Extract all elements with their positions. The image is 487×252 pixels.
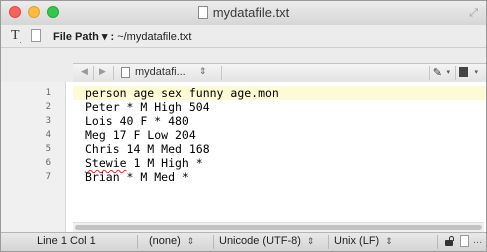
status-bar: Line 1 Col 1 (none) ⇕ Unicode (UTF-8) ⇕ Un… bbox=[1, 232, 486, 251]
code-line[interactable]: Stewie 1 M High * bbox=[85, 156, 480, 170]
chevron-down-icon[interactable]: ▾ bbox=[474, 68, 478, 76]
select-arrows-icon: ⇕ bbox=[306, 236, 315, 246]
code-line[interactable]: Lois 40 F * 480 bbox=[85, 114, 480, 128]
file-path-bar: T. File Path ▾ : ~/mydatafile.txt bbox=[1, 25, 486, 48]
chevron-down-icon[interactable]: ▾ bbox=[446, 68, 450, 76]
line-number: 2 bbox=[45, 102, 51, 112]
code-line[interactable]: Peter * M High 504 bbox=[85, 100, 480, 114]
text-tool-sub: . bbox=[19, 36, 22, 45]
divider bbox=[429, 66, 430, 80]
syntax-value: (none) bbox=[149, 235, 181, 247]
text-tool-glyph: T bbox=[11, 28, 20, 43]
divider bbox=[93, 66, 94, 80]
forward-arrow-icon[interactable]: ▶ bbox=[99, 66, 106, 77]
fullscreen-icon[interactable]: ⤢ bbox=[469, 7, 478, 20]
document-icon[interactable] bbox=[460, 235, 469, 247]
line-number: 3 bbox=[45, 116, 51, 126]
horizontal-scrollbar[interactable] bbox=[73, 222, 484, 232]
encoding-selector[interactable]: Unicode (UTF-8) ⇕ bbox=[219, 235, 314, 247]
code-line[interactable]: person age sex funny age.mon bbox=[85, 86, 480, 100]
divider bbox=[455, 66, 456, 80]
window-title-group: mydatafile.txt bbox=[1, 5, 486, 20]
file-path-menu[interactable]: File Path ▾ : bbox=[53, 31, 114, 43]
more-icon[interactable]: ... bbox=[473, 234, 482, 246]
cursor-position[interactable]: Line 1 Col 1 bbox=[37, 235, 96, 247]
window-title: mydatafile.txt bbox=[212, 5, 290, 20]
line-endings-selector[interactable]: Unix (LF) ⇕ bbox=[334, 235, 393, 247]
line-number: 4 bbox=[45, 130, 51, 140]
document-icon bbox=[121, 67, 130, 78]
encoding-value: Unicode (UTF-8) bbox=[219, 235, 301, 247]
divider bbox=[113, 66, 114, 80]
divider bbox=[213, 235, 214, 249]
line-number-gutter: 1 2 3 4 5 6 7 bbox=[1, 82, 66, 235]
document-icon[interactable] bbox=[197, 6, 208, 19]
line-number: 5 bbox=[45, 144, 51, 154]
page-icon[interactable] bbox=[31, 29, 41, 42]
back-arrow-icon[interactable]: ◀ bbox=[81, 66, 88, 77]
line-number: 1 bbox=[45, 88, 51, 98]
line-endings-value: Unix (LF) bbox=[334, 235, 380, 247]
code-text: 1 M High * bbox=[126, 156, 203, 170]
document-selector[interactable]: mydatafi... bbox=[135, 66, 186, 78]
lock-icon[interactable] bbox=[445, 236, 454, 246]
divider bbox=[437, 235, 438, 249]
misspelled-word[interactable]: Stewie bbox=[85, 156, 127, 170]
file-path-value: ~/mydatafile.txt bbox=[117, 31, 192, 43]
title-bar[interactable]: mydatafile.txt ⤢ bbox=[1, 1, 486, 26]
scrollbar-thumb[interactable] bbox=[75, 225, 482, 230]
syntax-selector[interactable]: (none) ⇕ bbox=[149, 235, 194, 247]
divider bbox=[221, 66, 222, 80]
code-line[interactable]: Brian * M Med * bbox=[85, 170, 480, 184]
text-editor[interactable]: 1 2 3 4 5 6 7 person age sex funny age.m… bbox=[1, 82, 486, 235]
divider bbox=[328, 235, 329, 249]
divider bbox=[137, 235, 138, 249]
file-path-group: File Path ▾ : ~/mydatafile.txt bbox=[53, 30, 192, 43]
select-arrows-icon[interactable]: ⇕ bbox=[199, 66, 207, 77]
line-number: 6 bbox=[45, 158, 51, 168]
pen-icon[interactable]: ✎ bbox=[433, 66, 442, 79]
code-line[interactable]: Meg 17 F Low 204 bbox=[85, 128, 480, 142]
text-tool-icon[interactable]: T. bbox=[11, 28, 21, 45]
editor-window: mydatafile.txt ⤢ T. File Path ▾ : ~/myda… bbox=[0, 0, 487, 252]
code-line[interactable]: Chris 14 M Med 168 bbox=[85, 142, 480, 156]
select-arrows-icon: ⇕ bbox=[385, 236, 393, 246]
line-number: 7 bbox=[45, 172, 51, 182]
select-arrows-icon: ⇕ bbox=[186, 236, 195, 246]
grid-icon[interactable] bbox=[459, 67, 468, 77]
editor-navigation-bar: ◀ ▶ mydatafi... ⇕ ✎ ▾ ▾ bbox=[73, 63, 486, 83]
